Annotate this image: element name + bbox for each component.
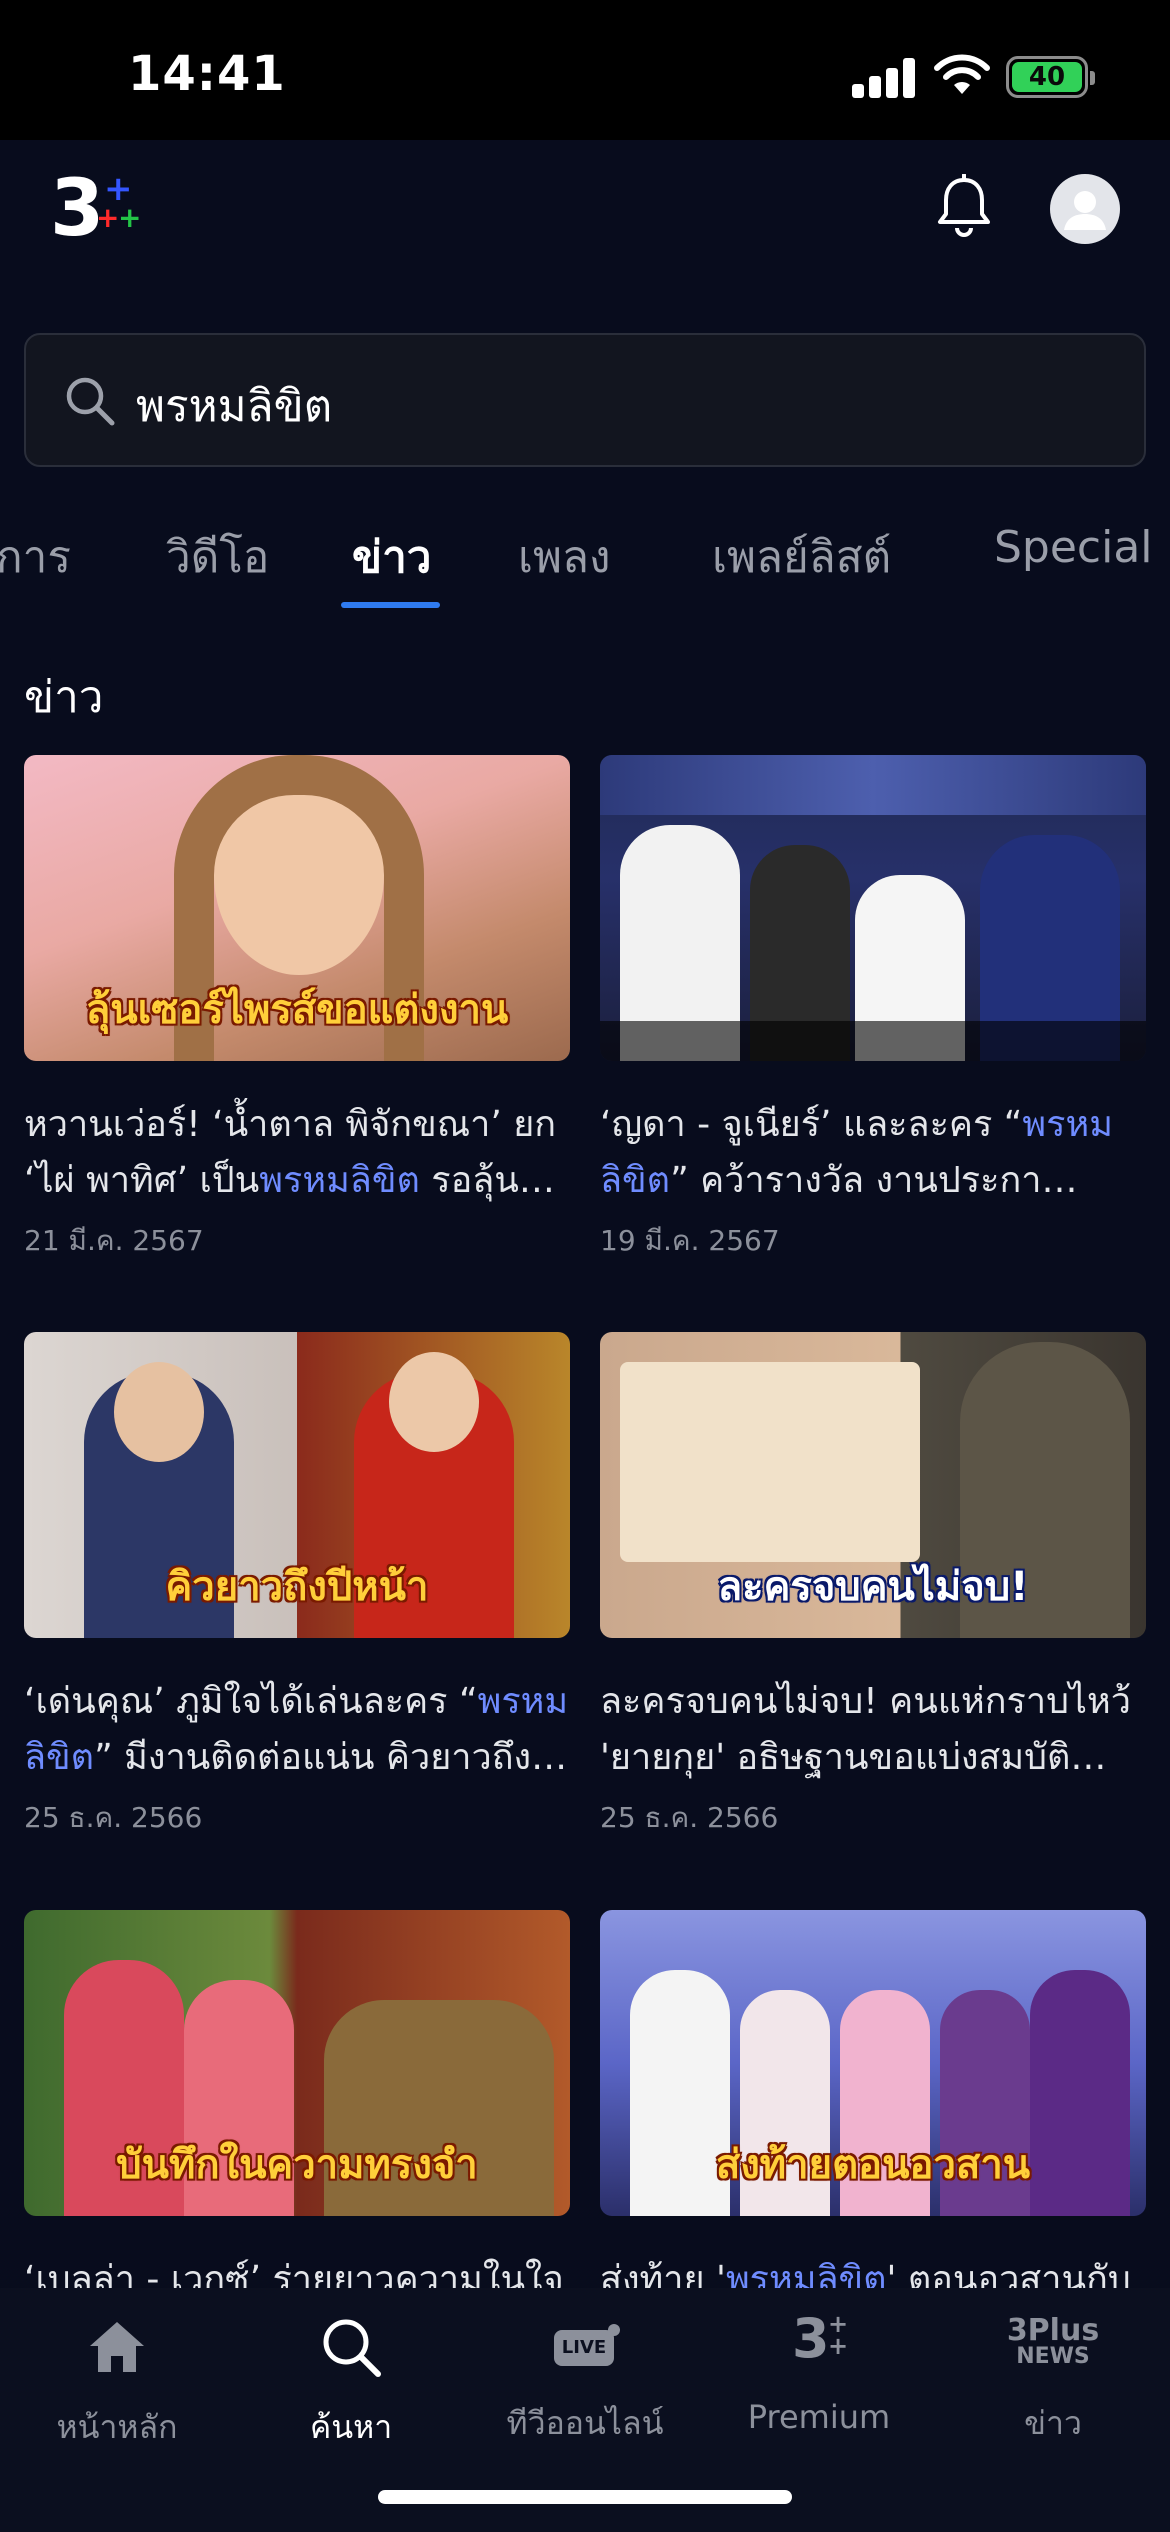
category-tabs: การ วิดีโอ ข่าว เพลง เพลย์ลิสต์ Special: [0, 500, 1170, 620]
news-date: 19 มี.ค. 2567: [600, 1224, 780, 1257]
search-input[interactable]: พรหมลิขิต: [24, 333, 1146, 467]
tab-special[interactable]: Special: [994, 522, 1153, 573]
battery-icon: 40: [1006, 56, 1095, 98]
news-date: 25 ธ.ค. 2566: [24, 1801, 203, 1834]
thumbnail-caption: ส่งท้ายตอนอวสาน: [715, 2142, 1031, 2188]
tab-videos[interactable]: วิดีโอ: [166, 522, 269, 592]
thumbnail-caption: ละครจบคนไม่จบ!: [717, 1564, 1029, 1610]
news-thumbnail[interactable]: ละครจบคนไม่จบ!: [600, 1332, 1146, 1638]
news-card[interactable]: ‘ญดา - จูเนียร์’ และละคร “พรหมลิขิต” คว้…: [600, 755, 1146, 1263]
thumbnail-caption: คิวยาวถึงปีหน้า: [165, 1564, 429, 1610]
nav-label: ทีวีออนไลน์: [506, 2404, 664, 2442]
news-card[interactable]: ลุ้นเซอร์ไพรส์ขอแต่งงาน หวานเว่อร์! ‘น้ำ…: [24, 755, 570, 1263]
avatar[interactable]: [1050, 174, 1120, 244]
nav-home[interactable]: หน้าหลัก: [0, 2302, 234, 2446]
wifi-icon: [934, 54, 990, 94]
tab-playlists[interactable]: เพลย์ลิสต์: [712, 522, 891, 592]
logo-plus-green: +: [118, 201, 142, 234]
nav-premium[interactable]: 3 + + Premium: [702, 2302, 936, 2442]
news-date: 21 มี.ค. 2567: [24, 1224, 204, 1257]
status-time: 14:41: [128, 46, 286, 102]
nav-label: Premium: [747, 2398, 891, 2436]
nav-label: ข่าว: [1024, 2404, 1082, 2442]
thumbnail-caption: บันทึกในความทรงจำ: [116, 2142, 478, 2188]
cellular-signal-icon: [852, 58, 916, 98]
nav-search[interactable]: ค้นหา: [234, 2302, 468, 2446]
app-logo[interactable]: 3 + + +: [50, 170, 150, 260]
live-tv-icon: LIVE: [550, 2312, 620, 2382]
home-indicator: [378, 2490, 792, 2504]
news-card[interactable]: ละครจบคนไม่จบ! ละครจบคนไม่จบ! คนแห่กราบไ…: [600, 1332, 1146, 1840]
news-thumbnail[interactable]: ส่งท้ายตอนอวสาน: [600, 1910, 1146, 2216]
news-title: ‘เด่นคุณ’ ภูมิใจได้เล่นละคร “พรหมลิขิต” …: [24, 1681, 569, 1778]
nav-label: หน้าหลัก: [56, 2408, 178, 2446]
premium-icon: 3 + +: [792, 2307, 849, 2370]
battery-level: 40: [1012, 62, 1082, 92]
search-icon: [66, 377, 115, 426]
section-title: ข่าว: [24, 672, 104, 723]
news-thumbnail[interactable]: คิวยาวถึงปีหน้า: [24, 1332, 570, 1638]
nav-label: ค้นหา: [309, 2408, 393, 2446]
tab-news[interactable]: ข่าว: [352, 522, 432, 592]
status-bar: 14:41 40: [0, 0, 1170, 140]
search-icon: [323, 2319, 381, 2377]
thumbnail-caption: ลุ้นเซอร์ไพรส์ขอแต่งงาน: [85, 987, 509, 1033]
bell-icon[interactable]: [934, 174, 994, 240]
news-thumbnail[interactable]: [600, 755, 1146, 1061]
news-thumbnail[interactable]: บันทึกในความทรงจำ: [24, 1910, 570, 2216]
nav-news[interactable]: 3Plus NEWS ข่าว: [936, 2302, 1170, 2443]
app-header: 3 + + +: [0, 140, 1170, 330]
logo-plus-red: +: [96, 201, 120, 234]
news-title: ละครจบคนไม่จบ! คนแห่กราบไหว้ 'ยายกุย' อธ…: [600, 1681, 1131, 1778]
search-query: พรหมลิขิต: [136, 381, 333, 432]
tab-programs[interactable]: การ: [0, 522, 71, 592]
news-date: 25 ธ.ค. 2566: [600, 1801, 779, 1834]
news-card[interactable]: คิวยาวถึงปีหน้า ‘เด่นคุณ’ ภูมิใจได้เล่นล…: [24, 1332, 570, 1840]
tab-music[interactable]: เพลง: [518, 522, 611, 592]
nav-live-tv[interactable]: LIVE ทีวีออนไลน์: [468, 2302, 702, 2442]
news-title: ‘ญดา - จูเนียร์’ และละคร “พรหมลิขิต” คว้…: [600, 1104, 1113, 1201]
home-icon: [90, 2322, 144, 2372]
news-thumbnail[interactable]: ลุ้นเซอร์ไพรส์ขอแต่งงาน: [24, 755, 570, 1061]
news-icon: 3Plus NEWS: [1006, 2313, 1100, 2369]
active-tab-indicator: [341, 602, 440, 608]
news-title: หวานเว่อร์! ‘น้ำตาล พิจักขณา’ ยก ‘ไผ่ พา…: [24, 1104, 557, 1201]
avatar-icon: [1064, 191, 1106, 230]
